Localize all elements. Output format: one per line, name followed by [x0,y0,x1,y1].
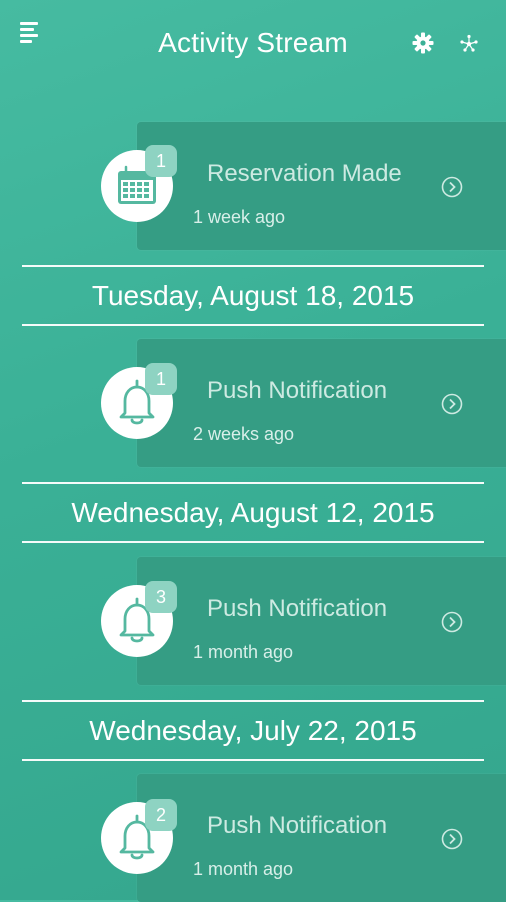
activity-card[interactable]: Push Notification 2 weeks ago [137,339,506,467]
chevron-right-icon[interactable] [441,828,463,850]
date-label: Wednesday, August 12, 2015 [71,497,435,528]
activity-card[interactable]: Reservation Made 1 week ago [137,122,506,250]
activity-time: 1 month ago [193,859,294,879]
activity-title: Push Notification [207,812,388,839]
date-label: Wednesday, July 22, 2015 [89,715,417,746]
activity-time: 2 weeks ago [193,424,295,444]
date-divider: Wednesday, July 22, 2015 [22,700,484,761]
chevron-right-icon[interactable] [441,176,463,198]
chevron-right-icon[interactable] [441,393,463,415]
app-header: Activity Stream [0,0,506,90]
date-divider: Wednesday, August 12, 2015 [22,482,484,543]
count-badge: 1 [145,145,177,177]
activity-time: 1 month ago [193,642,294,662]
count-badge: 1 [145,363,177,395]
activity-card[interactable]: Push Notification 1 month ago [137,774,506,902]
activity-time: 1 week ago [193,207,286,227]
activity-title: Push Notification [207,377,388,404]
gear-icon[interactable] [411,31,435,55]
count-badge: 3 [145,581,177,613]
activity-card[interactable]: Push Notification 1 month ago [137,557,506,685]
chevron-right-icon[interactable] [441,611,463,633]
date-label: Tuesday, August 18, 2015 [91,280,415,311]
activity-title: Push Notification [207,595,388,622]
activity-title: Reservation Made [207,160,402,187]
date-divider: Tuesday, August 18, 2015 [22,265,484,326]
share-icon[interactable] [457,31,481,55]
count-badge: 2 [145,799,177,831]
